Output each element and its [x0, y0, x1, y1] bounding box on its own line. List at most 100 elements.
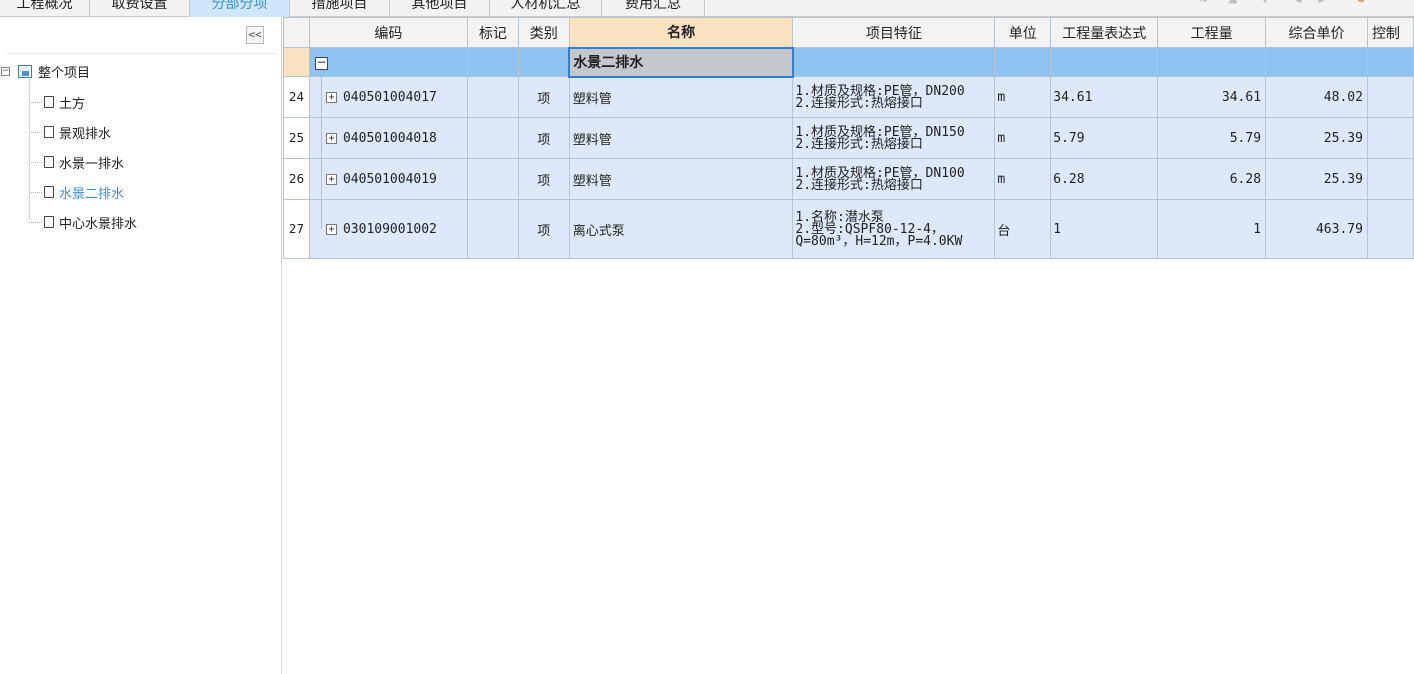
collapse-group-icon[interactable]: − [314, 56, 328, 70]
group-price-cell[interactable] [1265, 47, 1368, 77]
document-icon [44, 96, 54, 108]
col-header-rownum[interactable] [283, 17, 310, 48]
tab-labor-material-summary[interactable]: 人材机汇总 [490, 0, 602, 17]
expand-icon[interactable]: + [325, 223, 337, 235]
col-header-mark[interactable]: 标记 [466, 17, 519, 48]
table-row[interactable]: 25 +040501004018 项 塑料管 1.材质及规格:PE管，DN150… [283, 117, 1414, 159]
features-cell[interactable]: 1.名称:潜水泵 2.型号:QSPF80-12-4， Q=80m³，H=12m，… [792, 199, 996, 259]
col-header-features[interactable]: 项目特征 [792, 17, 996, 48]
type-cell[interactable]: 项 [517, 117, 570, 159]
tab-project-overview[interactable]: 工程概况 [0, 0, 90, 17]
move-down-icon[interactable]: ▼ [1258, 0, 1272, 5]
tree-item-earthwork[interactable]: 土方 [44, 92, 85, 112]
tree-item-landscape-drainage[interactable]: 景观排水 [44, 122, 111, 142]
move-up-icon[interactable]: ▲ [1226, 0, 1240, 5]
expand-icon[interactable]: + [325, 173, 337, 185]
group-type-cell[interactable] [517, 47, 570, 77]
code-cell[interactable]: +030109001002 [308, 199, 468, 259]
mark-cell[interactable] [466, 158, 519, 200]
qty-expression-cell[interactable]: 1 [1050, 199, 1159, 259]
col-header-control[interactable]: 控制 [1366, 17, 1414, 48]
table-row[interactable]: 26 +040501004019 项 塑料管 1.材质及规格:PE管，DN100… [283, 158, 1414, 200]
tab-sub-items[interactable]: 分部分项 [190, 0, 290, 17]
qty-expression-cell[interactable]: 34.61 [1050, 76, 1159, 118]
col-header-name[interactable]: 名称 [568, 17, 794, 48]
features-cell[interactable]: 1.材质及规格:PE管，DN100 2.连接形式:热熔接口 [792, 158, 996, 200]
group-expr-cell[interactable] [1050, 47, 1159, 77]
tab-other-items[interactable]: 其他项目 [390, 0, 490, 17]
col-header-type[interactable]: 类别 [517, 17, 570, 48]
code-cell[interactable]: +040501004017 [308, 76, 468, 118]
unit-price-cell[interactable]: 25.39 [1265, 158, 1368, 200]
quantity-cell[interactable]: 1 [1157, 199, 1267, 259]
table-row[interactable]: 24 +040501004017 项 塑料管 1.材质及规格:PE管，DN200… [283, 76, 1414, 118]
mark-cell[interactable] [466, 199, 519, 259]
table-row[interactable]: 27 +030109001002 项 离心式泵 1.名称:潜水泵 2.型号:QS… [283, 199, 1414, 259]
unit-cell[interactable]: 台 [994, 199, 1052, 259]
tree-connector [29, 162, 42, 163]
group-control-cell[interactable] [1366, 47, 1414, 77]
project-icon [18, 64, 32, 78]
items-table: 编码 标记 类别 名称 项目特征 单位 工程量表达式 工程量 综合单价 控制 −… [283, 17, 1414, 259]
tree-item-central-water-feature[interactable]: 中心水景排水 [44, 212, 137, 232]
unit-price-cell[interactable]: 48.02 [1265, 76, 1368, 118]
group-features-cell[interactable] [792, 47, 996, 77]
group-name-cell[interactable]: 水景二排水 [568, 46, 794, 78]
col-header-quantity[interactable]: 工程量 [1157, 17, 1267, 48]
tab-fee-settings[interactable]: 取费设置 [90, 0, 190, 17]
collapse-toggle-icon[interactable]: − [1, 66, 10, 76]
qty-expression-cell[interactable]: 5.79 [1050, 117, 1159, 159]
col-header-code[interactable]: 编码 [308, 17, 468, 48]
group-qty-cell[interactable] [1157, 47, 1267, 77]
name-cell[interactable]: 离心式泵 [568, 199, 794, 259]
expand-icon[interactable]: + [325, 91, 337, 103]
code-cell[interactable]: +040501004019 [308, 158, 468, 200]
sort-icon[interactable]: ⇅ [1196, 0, 1210, 5]
tree-indent-line [320, 200, 322, 229]
expand-icon[interactable]: + [325, 132, 337, 144]
control-cell[interactable] [1366, 117, 1414, 159]
unit-cell[interactable]: m [994, 158, 1052, 200]
arrow-left-icon[interactable]: ◀ [1290, 0, 1304, 5]
code-cell[interactable]: +040501004018 [308, 117, 468, 159]
type-cell[interactable]: 项 [517, 199, 570, 259]
name-cell[interactable]: 塑料管 [568, 76, 794, 118]
tree-connector [29, 102, 42, 103]
type-cell[interactable]: 项 [517, 158, 570, 200]
name-cell[interactable]: 塑料管 [568, 117, 794, 159]
control-cell[interactable] [1366, 76, 1414, 118]
tree-root[interactable]: − 整个项目 [0, 61, 90, 81]
tab-measures[interactable]: 措施项目 [290, 0, 390, 17]
col-header-unit-price[interactable]: 综合单价 [1265, 17, 1368, 48]
tree-item-water-feature-2[interactable]: 水景二排水 [44, 182, 124, 202]
unit-price-cell[interactable]: 25.39 [1265, 117, 1368, 159]
features-cell[interactable]: 1.材质及规格:PE管，DN150 2.连接形式:热熔接口 [792, 117, 996, 159]
mark-cell[interactable] [466, 117, 519, 159]
settings-icon[interactable]: ⚙ [1354, 0, 1368, 5]
tree-item-label: 景观排水 [59, 126, 112, 142]
features-cell[interactable]: 1.材质及规格:PE管，DN200 2.连接形式:热熔接口 [792, 76, 996, 118]
quantity-cell[interactable]: 6.28 [1157, 158, 1267, 200]
col-header-qty-expression[interactable]: 工程量表达式 [1050, 17, 1159, 48]
unit-cell[interactable]: m [994, 117, 1052, 159]
group-toggle-cell[interactable]: − [308, 47, 468, 77]
group-row[interactable]: − 水景二排水 [283, 46, 1414, 78]
tree-indent-line [320, 118, 322, 158]
tree-item-water-feature-1[interactable]: 水景一排水 [44, 152, 124, 172]
control-cell[interactable] [1366, 158, 1414, 200]
mark-cell[interactable] [466, 76, 519, 118]
tab-cost-summary[interactable]: 费用汇总 [602, 0, 705, 17]
control-cell[interactable] [1366, 199, 1414, 259]
collapse-panel-button[interactable]: << [246, 26, 264, 44]
arrow-right-icon[interactable]: ▶ [1316, 0, 1330, 5]
qty-expression-cell[interactable]: 6.28 [1050, 158, 1159, 200]
col-header-unit[interactable]: 单位 [994, 17, 1052, 48]
quantity-cell[interactable]: 34.61 [1157, 76, 1267, 118]
quantity-cell[interactable]: 5.79 [1157, 117, 1267, 159]
group-unit-cell[interactable] [994, 47, 1052, 77]
group-mark-cell[interactable] [466, 47, 519, 77]
name-cell[interactable]: 塑料管 [568, 158, 794, 200]
unit-cell[interactable]: m [994, 76, 1052, 118]
unit-price-cell[interactable]: 463.79 [1265, 199, 1368, 259]
type-cell[interactable]: 项 [517, 76, 570, 118]
